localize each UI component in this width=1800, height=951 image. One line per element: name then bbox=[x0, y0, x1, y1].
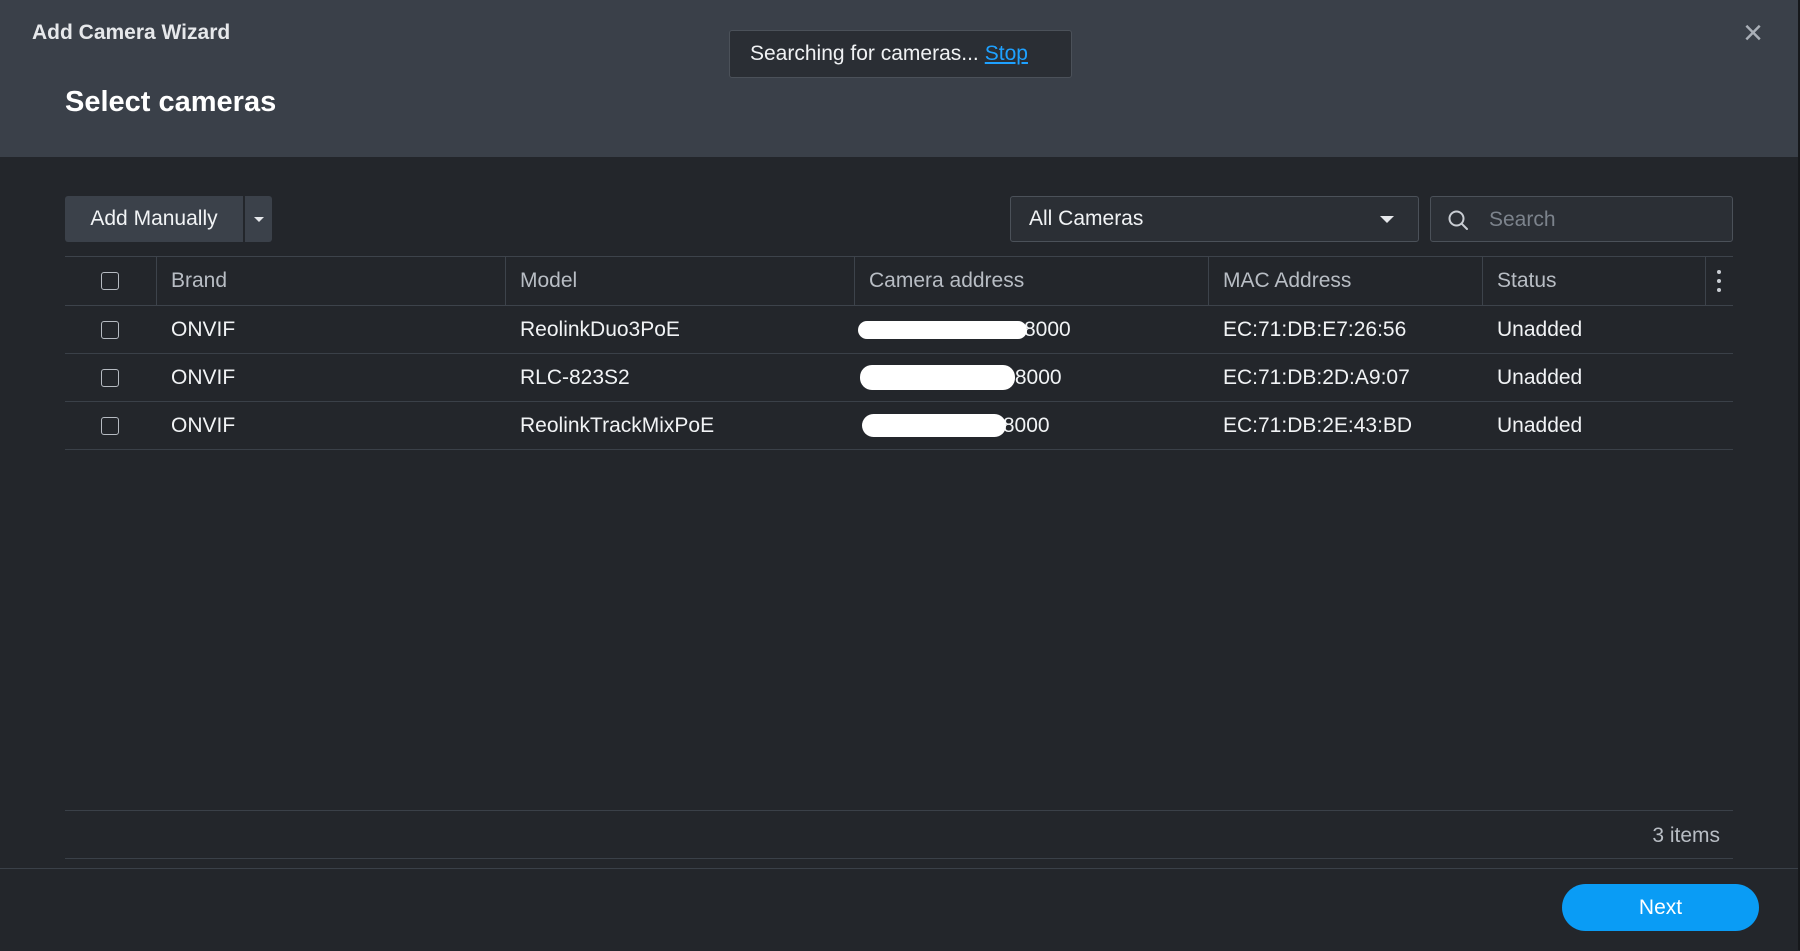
redaction-mark bbox=[862, 414, 1006, 437]
redaction-mark bbox=[858, 321, 1027, 339]
column-divider[interactable] bbox=[1705, 257, 1706, 305]
more-vertical-icon bbox=[1717, 270, 1721, 292]
search-input[interactable] bbox=[1487, 197, 1721, 243]
chevron-down-icon bbox=[254, 217, 264, 222]
row-checkbox[interactable] bbox=[101, 416, 119, 435]
cell-camera-address: 8000 bbox=[1024, 317, 1071, 341]
cell-mac-address: EC:71:DB:2E:43:BD bbox=[1223, 413, 1413, 437]
chevron-down-icon bbox=[1380, 216, 1394, 223]
cell-model: ReolinkTrackMixPoE bbox=[520, 413, 715, 437]
next-button[interactable]: Next bbox=[1562, 884, 1759, 931]
search-status-toast: Searching for cameras... Stop bbox=[729, 30, 1072, 78]
cell-model: ReolinkDuo3PoE bbox=[520, 317, 680, 341]
wizard-header: Add Camera Wizard Select cameras × Searc… bbox=[0, 0, 1800, 157]
select-all-cell bbox=[101, 257, 119, 305]
column-header-brand[interactable]: Brand bbox=[171, 257, 227, 305]
column-header-status[interactable]: Status bbox=[1497, 257, 1557, 305]
cell-camera-address: :8000 bbox=[1009, 365, 1062, 389]
column-header-camera-address[interactable]: Camera address bbox=[869, 257, 1024, 305]
cell-model: RLC-823S2 bbox=[520, 365, 630, 389]
row-select-cell bbox=[101, 354, 119, 401]
select-all-checkbox[interactable] bbox=[101, 272, 119, 290]
toast-message: Searching for cameras... bbox=[750, 42, 979, 65]
page-title: Select cameras bbox=[65, 86, 277, 118]
cell-status: Unadded bbox=[1497, 365, 1583, 389]
camera-table: Brand Model Camera address MAC Address S… bbox=[65, 256, 1733, 450]
cell-brand: ONVIF bbox=[171, 317, 236, 341]
column-options-button[interactable] bbox=[1717, 257, 1721, 305]
row-checkbox[interactable] bbox=[101, 320, 119, 339]
camera-filter-select[interactable]: All Cameras bbox=[1010, 196, 1419, 242]
redaction-mark bbox=[860, 365, 1015, 390]
table-header: Brand Model Camera address MAC Address S… bbox=[65, 256, 1733, 306]
cell-brand: ONVIF bbox=[171, 365, 236, 389]
camera-filter-value: All Cameras bbox=[1029, 207, 1144, 230]
column-divider[interactable] bbox=[505, 257, 506, 305]
add-manually-button[interactable]: Add Manually bbox=[65, 196, 243, 242]
search-box[interactable] bbox=[1430, 196, 1733, 243]
table-row[interactable]: ONVIF ReolinkDuo3PoE 8000 EC:71:DB:E7:26… bbox=[65, 306, 1733, 354]
cell-brand: ONVIF bbox=[171, 413, 236, 437]
table-row[interactable]: ONVIF ReolinkTrackMixPoE :8000 EC:71:DB:… bbox=[65, 402, 1733, 450]
search-icon bbox=[1448, 210, 1468, 230]
column-header-mac-address[interactable]: MAC Address bbox=[1223, 257, 1351, 305]
cell-status: Unadded bbox=[1497, 413, 1583, 437]
table-footer-divider bbox=[65, 810, 1733, 811]
table-row[interactable]: ONVIF RLC-823S2 :8000 EC:71:DB:2D:A9:07 … bbox=[65, 354, 1733, 402]
cell-mac-address: EC:71:DB:E7:26:56 bbox=[1223, 317, 1407, 341]
column-divider[interactable] bbox=[1482, 257, 1483, 305]
item-count: 3 items bbox=[1652, 824, 1720, 847]
column-divider[interactable] bbox=[854, 257, 855, 305]
row-select-cell bbox=[101, 402, 119, 449]
stop-search-link[interactable]: Stop bbox=[985, 42, 1028, 65]
row-checkbox[interactable] bbox=[101, 368, 119, 387]
wizard-title: Add Camera Wizard bbox=[32, 21, 231, 44]
column-header-model[interactable]: Model bbox=[520, 257, 577, 305]
cell-status: Unadded bbox=[1497, 317, 1583, 341]
column-divider[interactable] bbox=[1208, 257, 1209, 305]
add-options-dropdown-button[interactable] bbox=[245, 196, 272, 242]
close-icon[interactable]: × bbox=[1738, 16, 1768, 50]
wizard-footer bbox=[0, 868, 1800, 951]
table-footer-divider bbox=[65, 858, 1733, 859]
column-divider[interactable] bbox=[156, 257, 157, 305]
row-select-cell bbox=[101, 306, 119, 353]
cell-mac-address: EC:71:DB:2D:A9:07 bbox=[1223, 365, 1410, 389]
